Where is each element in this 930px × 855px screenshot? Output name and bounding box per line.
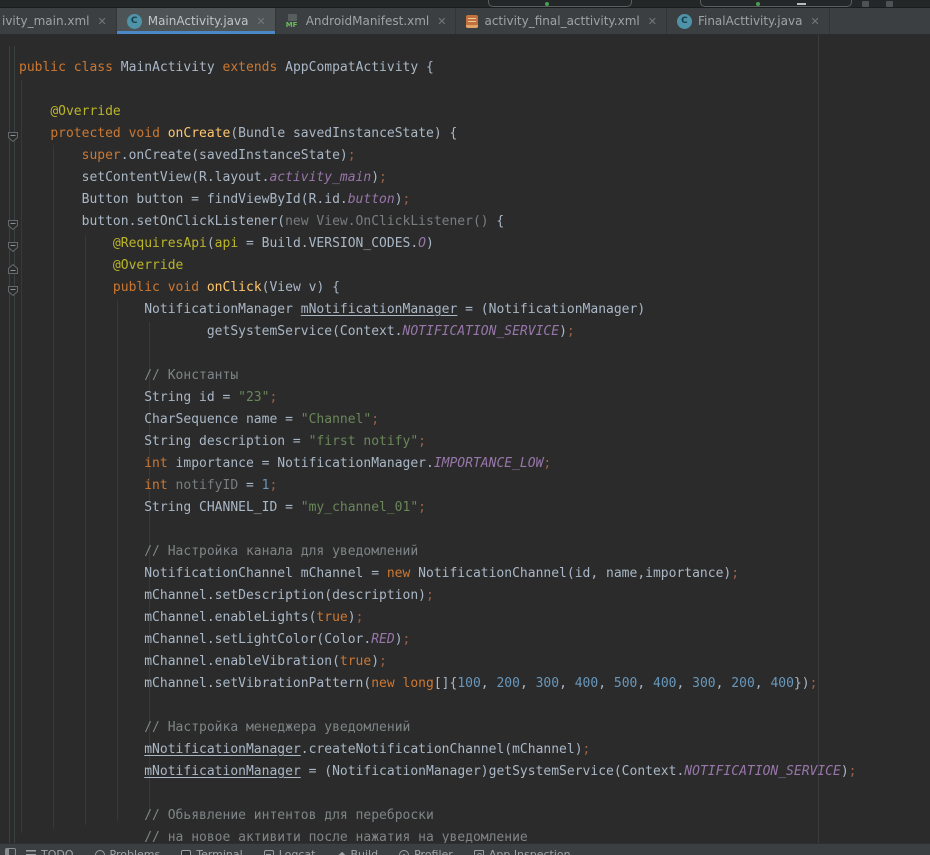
logcat-icon xyxy=(264,850,274,855)
build-icon xyxy=(336,851,346,855)
code-line-1: public class MainActivity extends AppCom… xyxy=(0,57,930,79)
code-line-2 xyxy=(0,79,930,101)
java-class-icon: C xyxy=(677,14,692,29)
code-line-13: getSystemService(Context.NOTIFICATION_SE… xyxy=(0,321,930,343)
code-line-3: @Override xyxy=(0,101,930,123)
close-tab-icon[interactable]: ✕ xyxy=(808,16,819,27)
code-line-34 xyxy=(0,783,930,805)
code-line-4: protected void onCreate(Bundle savedInst… xyxy=(0,123,930,145)
toolwindow-problems-button[interactable]: Problems xyxy=(95,848,161,855)
code-line-8: button.setOnClickListener(new View.OnCli… xyxy=(0,211,930,233)
toolwindow-logcat-button[interactable]: Logcat xyxy=(264,848,316,855)
toolwindow-label: Logcat xyxy=(279,848,316,855)
code-line-6: setContentView(R.layout.activity_main); xyxy=(0,167,930,189)
code-line-36: // на новое активити после нажатия на ув… xyxy=(0,827,930,843)
code-line-15: // Константы xyxy=(0,365,930,387)
xml-layout-file-icon xyxy=(466,15,478,28)
code-line-21: String CHANNEL_ID = "my_channel_01"; xyxy=(0,497,930,519)
terminal-icon xyxy=(181,850,191,855)
toolwindow-profiler-button[interactable]: Profiler xyxy=(399,848,453,855)
java-class-icon: C xyxy=(127,14,142,29)
code-line-17: CharSequence name = "Channel"; xyxy=(0,409,930,431)
tab-activity-final-acttivity-xml[interactable]: activity_final_acttivity.xml ✕ xyxy=(456,8,666,34)
close-tab-icon[interactable]: ✕ xyxy=(646,16,657,27)
android-studio-window: ivity_main.xml ✕ C MainActivity.java ✕ MF Andr… xyxy=(0,0,930,855)
tab-mainactivity-java[interactable]: C MainActivity.java ✕ xyxy=(117,8,276,34)
close-tab-icon[interactable]: ✕ xyxy=(255,16,266,27)
code-line-10: @Override xyxy=(0,255,930,277)
toolbar-action-icon[interactable] xyxy=(862,1,869,7)
code-line-28: mChannel.enableVibration(true); xyxy=(0,651,930,673)
code-line-25: mChannel.setDescription(description); xyxy=(0,585,930,607)
toolwindow-build-button[interactable]: Build xyxy=(336,848,378,855)
code-line-30 xyxy=(0,695,930,717)
code-line-5: super.onCreate(savedInstanceState); xyxy=(0,145,930,167)
code-line-35: // Обьявление интентов для переброски xyxy=(0,805,930,827)
code-line-32: mNotificationManager.createNotificationC… xyxy=(0,739,930,761)
device-selector-button[interactable] xyxy=(700,0,852,7)
toolwindow-todo-button[interactable]: TODO xyxy=(26,848,74,855)
toolwindow-label: Profiler xyxy=(414,848,453,855)
code-line-26: mChannel.enableLights(true); xyxy=(0,607,930,629)
main-toolbar xyxy=(0,0,930,8)
tool-window-bar: TODO Problems Terminal Logcat Build Profiler A… xyxy=(0,843,930,855)
run-status-dot-icon xyxy=(545,2,549,6)
code-line-24: NotificationChannel mChannel = new Notif… xyxy=(0,563,930,585)
code-line-22 xyxy=(0,519,930,541)
code-line-18: String description = "first notify"; xyxy=(0,431,930,453)
tab-label: ivity_main.xml xyxy=(2,14,90,28)
tab-androidmanifest-xml[interactable]: MF AndroidManifest.xml ✕ xyxy=(276,8,457,34)
toolwindow-app-inspection-button[interactable]: App Inspection xyxy=(474,848,571,855)
toolwindow-label: Build xyxy=(350,848,378,855)
android-manifest-icon: MF xyxy=(286,14,300,28)
code-line-33: mNotificationManager = (NotificationMana… xyxy=(0,761,930,783)
tab-label: FinalActtivity.java xyxy=(698,14,802,28)
tab-label: activity_final_acttivity.xml xyxy=(484,14,639,28)
code-line-7: Button button = findViewById(R.id.button… xyxy=(0,189,930,211)
toolwindow-terminal-button[interactable]: Terminal xyxy=(181,848,243,855)
code-text: public class MainActivity extends AppCom… xyxy=(0,57,930,843)
profiler-icon xyxy=(399,850,409,855)
code-line-12: NotificationManager mNotificationManager… xyxy=(0,299,930,321)
code-line-29: mChannel.setVibrationPattern(new long[]{… xyxy=(0,673,930,695)
appinspect-icon xyxy=(474,850,484,855)
tool-window-layout-icon[interactable] xyxy=(5,848,16,855)
tab-ivity-main-xml[interactable]: ivity_main.xml ✕ xyxy=(0,8,117,34)
code-line-9: @RequiresApi(api = Build.VERSION_CODES.O… xyxy=(0,233,930,255)
code-line-16: String id = "23"; xyxy=(0,387,930,409)
close-tab-icon[interactable]: ✕ xyxy=(96,16,107,27)
code-line-14 xyxy=(0,343,930,365)
problems-icon xyxy=(95,850,105,855)
toolbar-dash-icon xyxy=(797,3,806,5)
toolbar-action-icon[interactable] xyxy=(886,1,893,7)
editor-tab-bar: ivity_main.xml ✕ C MainActivity.java ✕ MF Andr… xyxy=(0,8,930,35)
code-line-31: // Настройка менеджера уведомлений xyxy=(0,717,930,739)
code-line-27: mChannel.setLightColor(Color.RED); xyxy=(0,629,930,651)
todo-icon xyxy=(26,850,36,855)
toolwindow-label: Problems xyxy=(110,848,161,855)
toolwindow-label: TODO xyxy=(41,848,74,855)
tab-finalacttivity-java[interactable]: C FinalActtivity.java ✕ xyxy=(667,8,830,34)
code-editor[interactable]: public class MainActivity extends AppCom… xyxy=(0,35,930,843)
toolwindow-label: Terminal xyxy=(196,848,243,855)
code-line-23: // Настройка канала для уведомлений xyxy=(0,541,930,563)
run-configuration-button[interactable] xyxy=(488,0,632,7)
close-tab-icon[interactable]: ✕ xyxy=(435,16,446,27)
tab-label: AndroidManifest.xml xyxy=(306,14,430,28)
code-line-19: int importance = NotificationManager.IMP… xyxy=(0,453,930,475)
code-line-20: int notifyID = 1; xyxy=(0,475,930,497)
device-status-dot-icon xyxy=(756,2,760,6)
code-line-11: public void onClick(View v) { xyxy=(0,277,930,299)
tab-label: MainActivity.java xyxy=(148,14,249,28)
toolwindow-label: App Inspection xyxy=(489,848,571,855)
